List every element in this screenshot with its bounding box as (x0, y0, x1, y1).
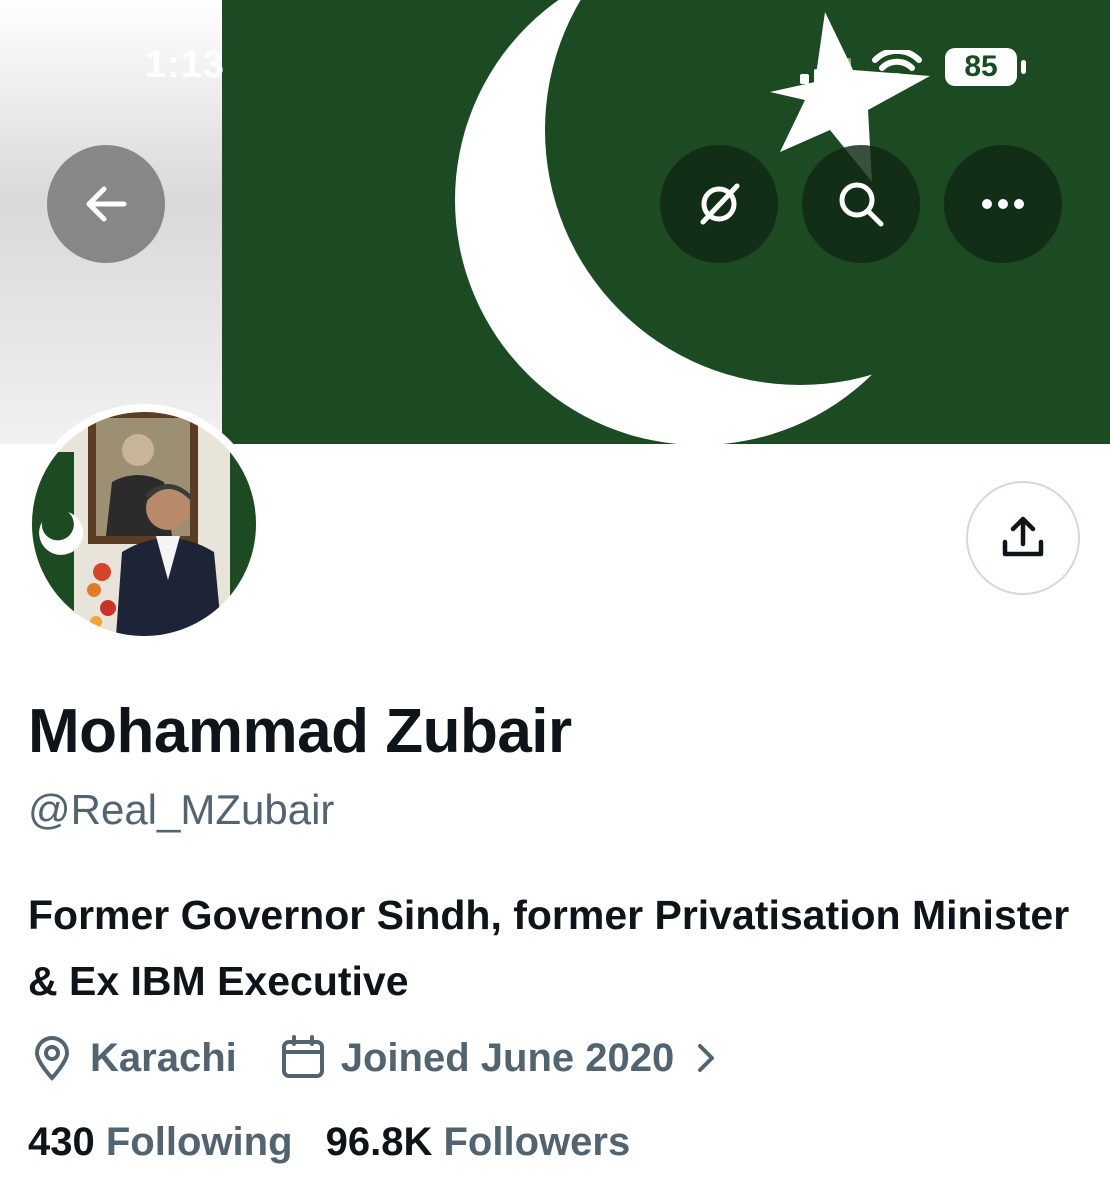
followers-count: 96.8K (325, 1120, 433, 1164)
location-item: Karachi (28, 1034, 237, 1082)
wifi-icon (872, 50, 922, 84)
location-text: Karachi (90, 1035, 237, 1080)
battery-nub (1021, 60, 1026, 74)
avatar-photo (32, 412, 256, 636)
chevron-right-icon (698, 1044, 715, 1072)
more-options-button[interactable] (944, 145, 1062, 263)
followers-label: Followers (443, 1120, 631, 1164)
following-link[interactable]: 430 Following (28, 1120, 304, 1164)
status-icons: 85 (800, 44, 1040, 92)
search-button[interactable] (802, 145, 920, 263)
grok-button[interactable] (660, 145, 778, 263)
profile-bio: Former Governor Sindh, former Privatisat… (28, 892, 1070, 1004)
back-button[interactable] (47, 145, 165, 263)
following-count: 430 (28, 1120, 95, 1164)
following-label: Following (105, 1120, 293, 1164)
display-name: Mohammad Zubair (28, 697, 572, 766)
back-arrow-icon (86, 186, 127, 222)
joined-date-item[interactable]: Joined June 2020 (279, 1034, 722, 1082)
followers-link[interactable]: 96.8K Followers (326, 1120, 631, 1164)
avatar[interactable] (24, 404, 264, 644)
cellular-signal-icon (800, 58, 851, 84)
share-icon (1002, 516, 1044, 557)
battery-icon: 85 (945, 48, 1017, 86)
calendar-icon (281, 1035, 324, 1078)
grok-icon (700, 183, 740, 225)
share-button[interactable] (966, 481, 1080, 595)
avatar-image (32, 412, 256, 636)
follow-stats: 430 Following 96.8K Followers (28, 1120, 630, 1165)
joined-date-text: Joined June 2020 (340, 1035, 675, 1080)
status-time: 1:13 (145, 44, 226, 86)
location-pin-icon (34, 1036, 70, 1081)
username-handle: @Real_MZubair (28, 786, 335, 833)
profile-meta: Karachi Joined June 2020 (28, 1030, 722, 1086)
search-icon (839, 182, 884, 227)
more-icon (982, 199, 1024, 209)
